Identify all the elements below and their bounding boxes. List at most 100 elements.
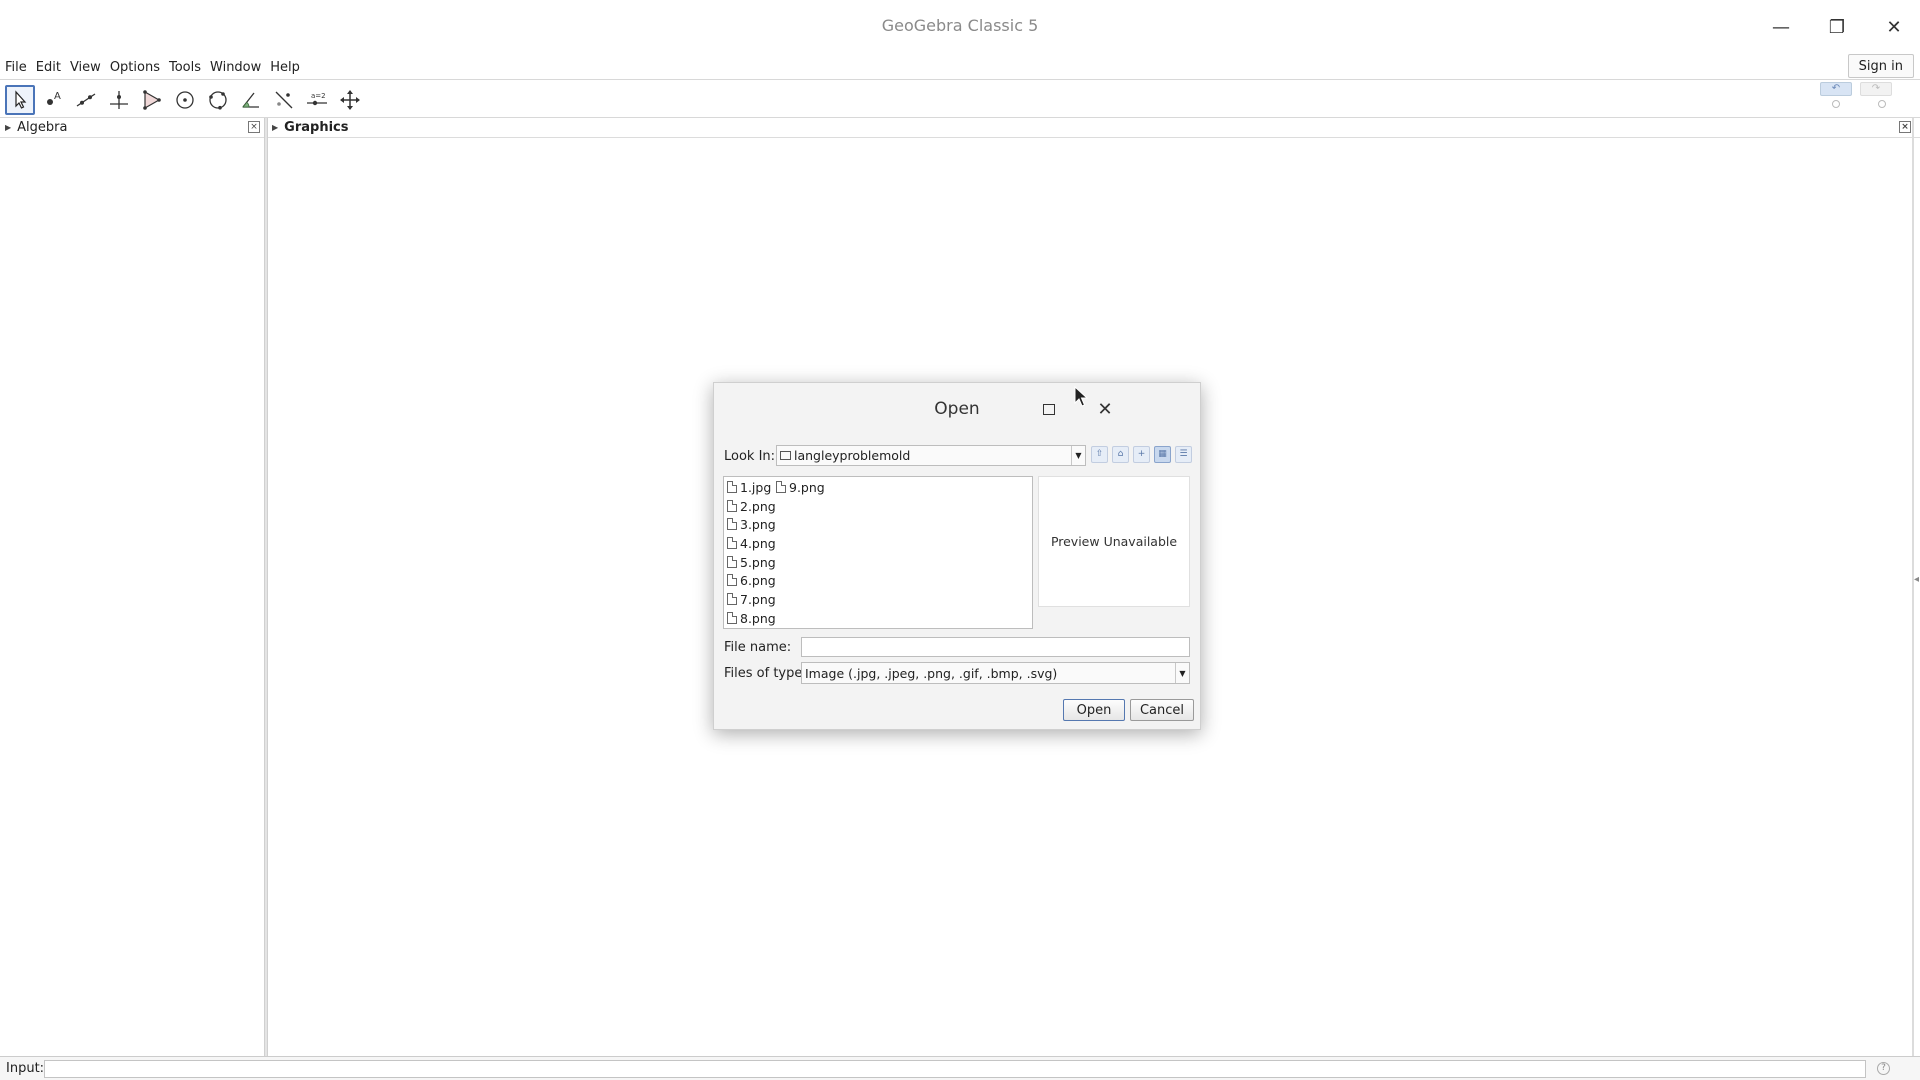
redo-button[interactable]: ↷ (1860, 82, 1892, 96)
line-tool-icon (76, 93, 96, 107)
minimize-button[interactable]: — (1766, 14, 1796, 40)
algebra-panel-title: Algebra (17, 120, 68, 135)
cancel-button[interactable]: Cancel (1130, 699, 1194, 721)
title-bar: GeoGebra Classic 5 — ❐ ✕ (0, 0, 1920, 54)
restore-icon: ❐ (1828, 16, 1846, 38)
circle-three-points-tool-button[interactable] (203, 85, 233, 115)
graphics-panel-title: Graphics (284, 120, 349, 135)
move-graphics-view-tool-button[interactable] (335, 85, 365, 115)
toolbar: A a=2 (0, 79, 1920, 118)
list-item[interactable]: 6.png (727, 571, 776, 589)
minimize-icon: — (1772, 16, 1790, 38)
up-folder-icon[interactable]: ⇧ (1091, 446, 1108, 463)
chevron-down-icon[interactable]: ▼ (1175, 663, 1189, 683)
svg-text:A: A (54, 91, 61, 102)
list-item[interactable]: 7.png (727, 590, 776, 608)
files-of-type-combo[interactable]: Image (.jpg, .jpeg, .png, .gif, .bmp, .s… (801, 662, 1190, 684)
menu-edit[interactable]: Edit (36, 60, 61, 75)
menu-bar: File Edit View Options Tools Window Help (0, 56, 1920, 78)
panel-splitter[interactable] (264, 118, 268, 1056)
slider-tool-icon: a=2 (307, 92, 327, 106)
file-icon (727, 537, 737, 549)
dialog-title: Open (934, 399, 980, 419)
look-in-value: langleyproblemold (794, 448, 911, 463)
chevron-down-icon[interactable]: ▼ (1071, 446, 1085, 465)
expand-caret-icon[interactable]: ▶ (5, 123, 11, 132)
menu-view[interactable]: View (70, 60, 101, 75)
graphics-right-edge (1912, 118, 1914, 1056)
reflect-tool-button[interactable] (269, 85, 299, 115)
preview-text: Preview Unavailable (1050, 534, 1178, 549)
close-icon: ✕ (1097, 398, 1113, 420)
algebra-close-button[interactable]: × (248, 121, 260, 133)
folder-icon (780, 451, 791, 460)
slider-tool-button[interactable]: a=2 (302, 85, 332, 115)
angle-tool-button[interactable] (236, 85, 266, 115)
files-of-type-label: Files of type: (724, 666, 807, 681)
maximize-icon (1043, 403, 1055, 415)
redo-icon: ↷ (1871, 83, 1881, 94)
preview-panel: Preview Unavailable (1038, 476, 1190, 607)
perpendicular-line-tool-button[interactable] (104, 85, 134, 115)
polygon-tool-icon (143, 90, 161, 110)
list-item[interactable]: 4.png (727, 534, 776, 552)
undo-button[interactable]: ↶ (1820, 82, 1852, 96)
window-close-button[interactable]: ✕ (1879, 14, 1909, 40)
undo-redo-area: ↶ ↷ (1820, 82, 1900, 112)
new-folder-icon[interactable]: + (1133, 446, 1150, 463)
side-collapse-icon[interactable]: ◂ (1914, 574, 1919, 585)
open-dialog: Open ✕ Look In: langleyproblemold ▼ ⇧ ⌂ … (713, 382, 1201, 730)
file-icon (727, 500, 737, 512)
dialog-nav-icons: ⇧ ⌂ + ▦ ☰ (1091, 446, 1192, 463)
circle-center-point-tool-button[interactable] (170, 85, 200, 115)
list-view-icon[interactable]: ▦ (1154, 446, 1171, 463)
dialog-close-button[interactable]: ✕ (1093, 397, 1117, 421)
input-bar: Input: ? (0, 1056, 1920, 1080)
input-help-icon[interactable]: ? (1877, 1062, 1890, 1075)
close-icon: × (250, 122, 258, 132)
menu-options[interactable]: Options (110, 60, 160, 75)
point-tool-icon: A (47, 91, 61, 105)
look-in-combo[interactable]: langleyproblemold ▼ (776, 445, 1086, 466)
circle-three-points-tool-icon (209, 91, 227, 110)
file-name-input[interactable] (801, 637, 1190, 657)
menu-window[interactable]: Window (210, 60, 261, 75)
dialog-maximize-button[interactable] (1037, 397, 1061, 421)
menu-help[interactable]: Help (270, 60, 300, 75)
list-item[interactable]: 5.png (727, 553, 776, 571)
line-tool-button[interactable] (71, 85, 101, 115)
point-tool-button[interactable]: A (38, 85, 68, 115)
expand-caret-icon[interactable]: ▶ (272, 123, 278, 132)
perpendicular-line-tool-icon (110, 91, 128, 109)
input-field[interactable] (44, 1060, 1866, 1078)
list-item[interactable]: 9.png (776, 478, 825, 496)
list-item[interactable]: 8.png (727, 609, 776, 627)
help-small-icon[interactable] (1832, 100, 1840, 108)
menu-file[interactable]: File (5, 60, 27, 75)
close-icon: ✕ (1886, 16, 1902, 38)
graphics-close-button[interactable]: × (1899, 121, 1911, 133)
list-item[interactable]: 2.png (727, 497, 776, 515)
details-view-icon[interactable]: ☰ (1175, 446, 1192, 463)
file-icon (727, 481, 737, 493)
file-icon (727, 593, 737, 605)
home-folder-icon[interactable]: ⌂ (1112, 446, 1129, 463)
list-item[interactable]: 1.jpg (727, 478, 771, 496)
files-of-type-value: Image (.jpg, .jpeg, .png, .gif, .bmp, .s… (805, 665, 1058, 681)
graphics-panel-header: ▶ Graphics × (268, 118, 1920, 138)
open-button[interactable]: Open (1063, 699, 1125, 721)
move-graphics-view-tool-icon (340, 90, 360, 110)
list-item[interactable]: 3.png (727, 515, 776, 533)
polygon-tool-button[interactable] (137, 85, 167, 115)
file-icon (776, 481, 786, 493)
window-title: GeoGebra Classic 5 (881, 16, 1039, 35)
restore-button[interactable]: ❐ (1822, 14, 1852, 40)
sign-in-button[interactable]: Sign in (1847, 54, 1914, 78)
menu-tools[interactable]: Tools (169, 60, 201, 75)
file-list: 1.jpg 2.png 3.png 4.png 5.png 6.png 7.pn… (723, 476, 1033, 629)
geogebra-window: GeoGebra Classic 5 — ❐ ✕ File Edit View … (0, 0, 1920, 1080)
file-name-label: File name: (724, 640, 792, 655)
move-tool-icon (15, 90, 27, 109)
settings-small-icon[interactable] (1878, 100, 1886, 108)
move-tool-button[interactable] (5, 85, 35, 115)
